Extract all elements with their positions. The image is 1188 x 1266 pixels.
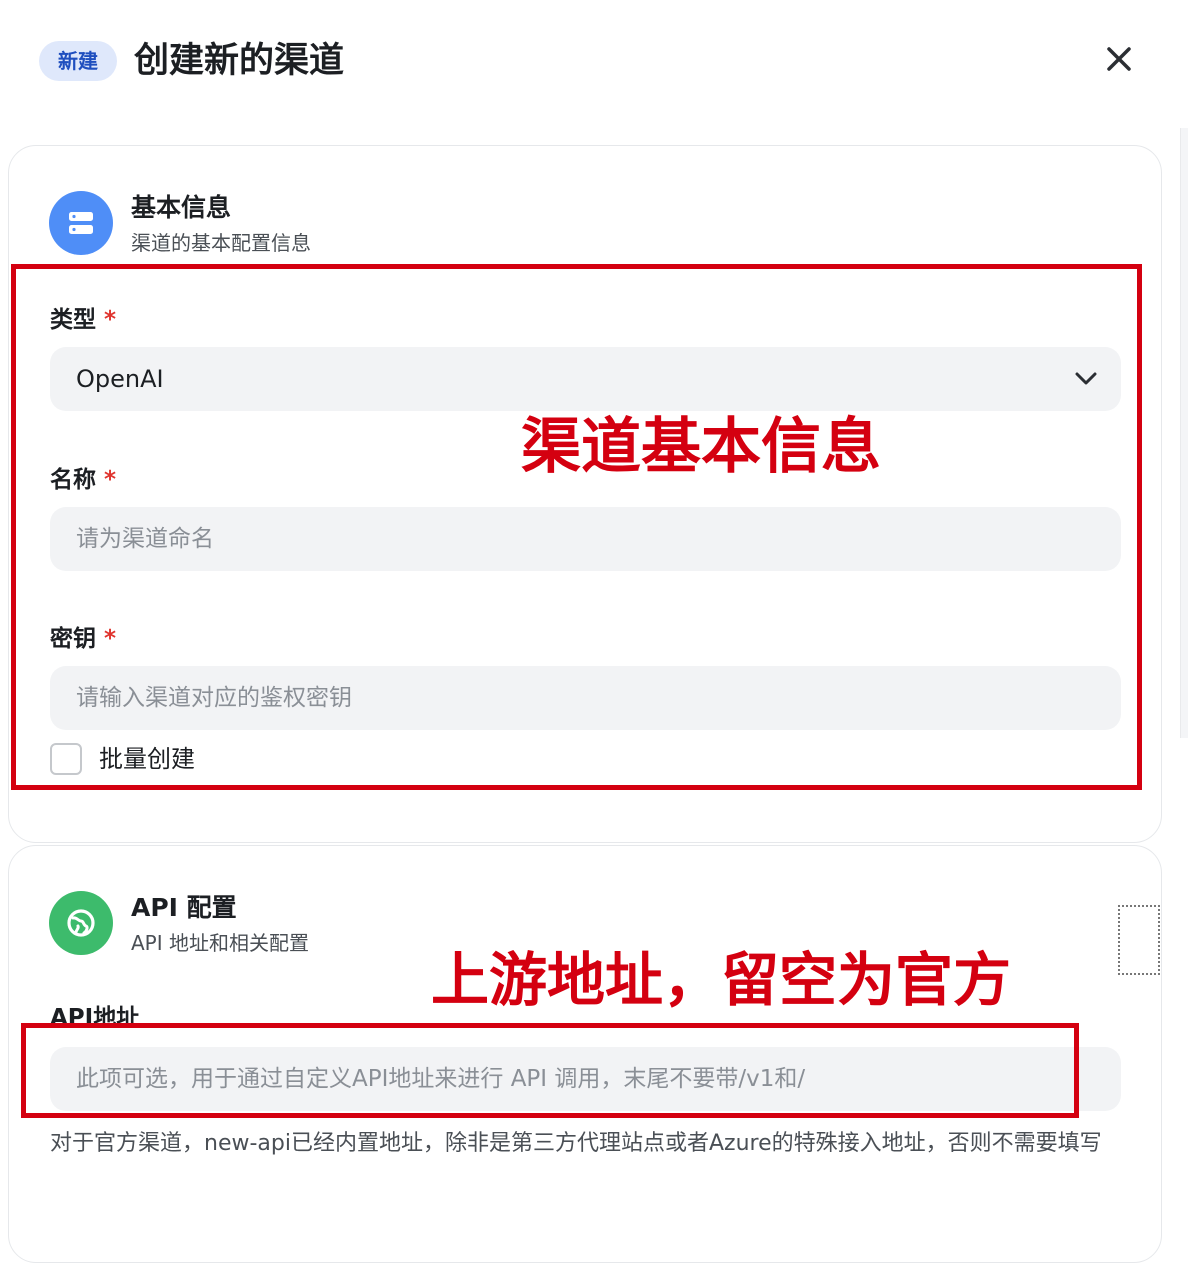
annotation-basic-info: 渠道基本信息 <box>521 412 881 482</box>
modal-header: 新建 创建新的渠道 <box>0 0 1188 120</box>
section-subtitle: 渠道的基本配置信息 <box>131 231 311 255</box>
close-icon <box>1107 47 1131 71</box>
basic-info-card: 基本信息 渠道的基本配置信息 类型* OpenAI 名称* 密钥* 批量创建 <box>8 145 1162 843</box>
required-mark: * <box>104 467 117 493</box>
server-icon <box>49 191 113 255</box>
api-url-label: API地址 <box>50 1005 140 1023</box>
scrollbar[interactable] <box>1180 128 1188 738</box>
annotation-upstream: 上游地址，留空为官方 <box>431 946 1012 1014</box>
batch-create-label[interactable]: 批量创建 <box>99 743 195 775</box>
key-label: 密钥 * <box>50 626 117 652</box>
batch-create-checkbox[interactable] <box>50 743 82 775</box>
name-input[interactable] <box>50 507 1121 571</box>
api-url-help-text: 对于官方渠道，new-api已经内置地址，除非是第三方代理站点或者Azure的特… <box>50 1131 1102 1156</box>
required-mark: * <box>104 626 117 652</box>
section-subtitle: API 地址和相关配置 <box>131 931 309 955</box>
type-select[interactable]: OpenAI <box>50 347 1121 411</box>
section-title: 基本信息 <box>131 193 232 222</box>
type-select-value: OpenAI <box>76 365 164 393</box>
api-url-input[interactable] <box>50 1047 1121 1111</box>
new-badge: 新建 <box>39 41 117 81</box>
close-button[interactable] <box>1096 36 1142 82</box>
key-input[interactable] <box>50 666 1121 730</box>
chevron-down-icon <box>1075 372 1097 385</box>
name-label: 名称 * <box>50 467 117 493</box>
type-label: 类型 * <box>50 307 117 333</box>
required-mark: * <box>104 307 117 333</box>
api-config-card: API 配置 API 地址和相关配置 API地址 对于官方渠道，new-api已… <box>8 845 1162 1263</box>
dotted-placeholder-box <box>1118 905 1160 975</box>
modal-title: 创建新的渠道 <box>134 41 345 81</box>
globe-icon <box>49 891 113 955</box>
section-title: API 配置 <box>131 893 237 922</box>
